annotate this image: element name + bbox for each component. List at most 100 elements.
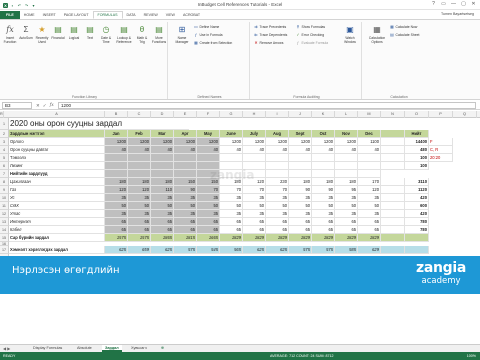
signed-in-user[interactable]: Tumen Bayartsetseg xyxy=(441,12,474,16)
cell[interactable]: 40 xyxy=(243,146,266,154)
cell[interactable]: 35 xyxy=(312,210,335,218)
cell[interactable] xyxy=(128,162,151,170)
cell[interactable] xyxy=(381,162,405,170)
cell[interactable]: Газ xyxy=(9,186,105,194)
cell[interactable]: 35 xyxy=(289,210,312,218)
cell[interactable]: Зардлын нэгтгэл xyxy=(9,130,105,138)
cell[interactable]: 50 xyxy=(151,202,174,210)
cell[interactable]: 1829 xyxy=(243,234,266,242)
cell[interactable] xyxy=(381,218,405,226)
cell[interactable] xyxy=(358,170,381,178)
cell[interactable]: 180 xyxy=(335,178,358,186)
cell[interactable]: 180 xyxy=(312,178,335,186)
cell[interactable]: 65 xyxy=(243,226,266,234)
cell[interactable]: Лизинг xyxy=(9,162,105,170)
maximize-button[interactable]: ▢ xyxy=(459,1,468,8)
column-header[interactable]: L xyxy=(335,111,358,118)
cell[interactable]: 1829 xyxy=(312,234,335,242)
use-in-formula-button[interactable]: ƒ Use in Formula xyxy=(194,32,223,38)
cell[interactable] xyxy=(381,154,405,162)
cell[interactable]: 65 xyxy=(289,226,312,234)
cell[interactable]: Oct xyxy=(312,130,335,138)
cell[interactable]: Feb xyxy=(128,130,151,138)
cell[interactable]: 3110 xyxy=(405,178,429,186)
cell[interactable]: 35 xyxy=(105,194,128,202)
cell[interactable]: 150 xyxy=(174,178,197,186)
sheet-tab-absolute[interactable]: Absolute xyxy=(74,345,95,352)
cell[interactable]: 1815 xyxy=(174,234,197,242)
cell[interactable]: 35 xyxy=(151,210,174,218)
cell[interactable]: 65 xyxy=(174,218,197,226)
column-header[interactable]: I xyxy=(266,111,289,118)
row-header[interactable]: 17 xyxy=(0,246,9,254)
column-header[interactable]: F xyxy=(197,111,220,118)
cell[interactable]: 65 xyxy=(312,226,335,234)
cell[interactable]: 35 xyxy=(243,194,266,202)
cell[interactable]: Кабел xyxy=(9,226,105,234)
cell[interactable] xyxy=(312,170,335,178)
row-header[interactable]: 6 xyxy=(0,162,9,170)
insert-function-button[interactable]: fx Insert Function xyxy=(2,24,18,44)
cell[interactable]: 575 xyxy=(289,246,312,254)
cell[interactable] xyxy=(381,202,405,210)
cell[interactable]: Нийт xyxy=(405,130,429,138)
cell[interactable] xyxy=(174,162,197,170)
cell[interactable] xyxy=(289,154,312,162)
row-header[interactable]: 5 xyxy=(0,154,9,162)
cell[interactable]: 50 xyxy=(358,202,381,210)
cell[interactable]: 35 xyxy=(266,210,289,218)
cell[interactable]: 110 xyxy=(151,186,174,194)
cell[interactable]: 180 xyxy=(128,178,151,186)
logical-button[interactable]: ▤ Logical xyxy=(66,24,82,40)
autosum-button[interactable]: Σ AutoSum xyxy=(18,24,34,40)
tab-file[interactable]: FILE xyxy=(0,11,20,19)
column-header[interactable]: O xyxy=(405,111,429,118)
cell[interactable] xyxy=(381,246,405,254)
cell[interactable] xyxy=(243,154,266,162)
cell[interactable]: 1575 xyxy=(105,234,128,242)
cell[interactable]: 70 xyxy=(220,186,243,194)
cell[interactable] xyxy=(335,154,358,162)
row-header[interactable]: 13 xyxy=(0,218,9,226)
column-header[interactable]: M xyxy=(358,111,381,118)
cell[interactable]: 50 xyxy=(243,202,266,210)
cell[interactable]: June xyxy=(220,130,243,138)
cell[interactable]: Орлого xyxy=(9,138,105,146)
cell[interactable]: 180 xyxy=(151,178,174,186)
column-header[interactable]: K xyxy=(312,111,335,118)
cell[interactable]: Mar xyxy=(151,130,174,138)
cell[interactable]: 1200 xyxy=(151,138,174,146)
cell[interactable]: 65 xyxy=(174,226,197,234)
calculate-now-button[interactable]: ▦ Calculate Now xyxy=(390,24,417,30)
column-header[interactable]: N xyxy=(381,111,405,118)
cell[interactable]: 1665 xyxy=(197,234,220,242)
row-header[interactable]: 4 xyxy=(0,146,9,154)
cell[interactable]: 1100 xyxy=(358,138,381,146)
cell[interactable]: 180 xyxy=(289,178,312,186)
cell[interactable]: 120 xyxy=(358,186,381,194)
cell[interactable]: 50 xyxy=(312,202,335,210)
cell[interactable]: 65 xyxy=(197,226,220,234)
row-header[interactable]: 3 xyxy=(0,138,9,146)
sheet-tab-display-formulas[interactable]: Display Formulas xyxy=(30,345,65,352)
cell[interactable] xyxy=(289,162,312,170)
tab-acrobat[interactable]: ACROBAT xyxy=(179,11,204,19)
sheet-tab-huvsagch[interactable]: Хувьсагч xyxy=(128,345,150,352)
cell[interactable]: 100 xyxy=(405,162,429,170)
cell[interactable]: 1865 xyxy=(151,234,174,242)
cell[interactable] xyxy=(381,194,405,202)
cell[interactable]: 65 xyxy=(335,218,358,226)
cell[interactable] xyxy=(289,170,312,178)
cell[interactable]: 65 xyxy=(105,226,128,234)
cell[interactable]: 65 xyxy=(151,226,174,234)
cell[interactable]: 35 xyxy=(197,210,220,218)
cell[interactable]: Aug xyxy=(266,130,289,138)
cell[interactable]: 1200 xyxy=(243,138,266,146)
cell[interactable]: 50 xyxy=(220,202,243,210)
recently-used-button[interactable]: ★ Recently Used xyxy=(34,24,50,44)
cell[interactable] xyxy=(405,234,429,242)
cell[interactable]: 35 xyxy=(243,210,266,218)
cell[interactable]: 40 xyxy=(312,146,335,154)
cell[interactable]: 120 xyxy=(128,186,151,194)
cell[interactable]: 65 xyxy=(197,218,220,226)
